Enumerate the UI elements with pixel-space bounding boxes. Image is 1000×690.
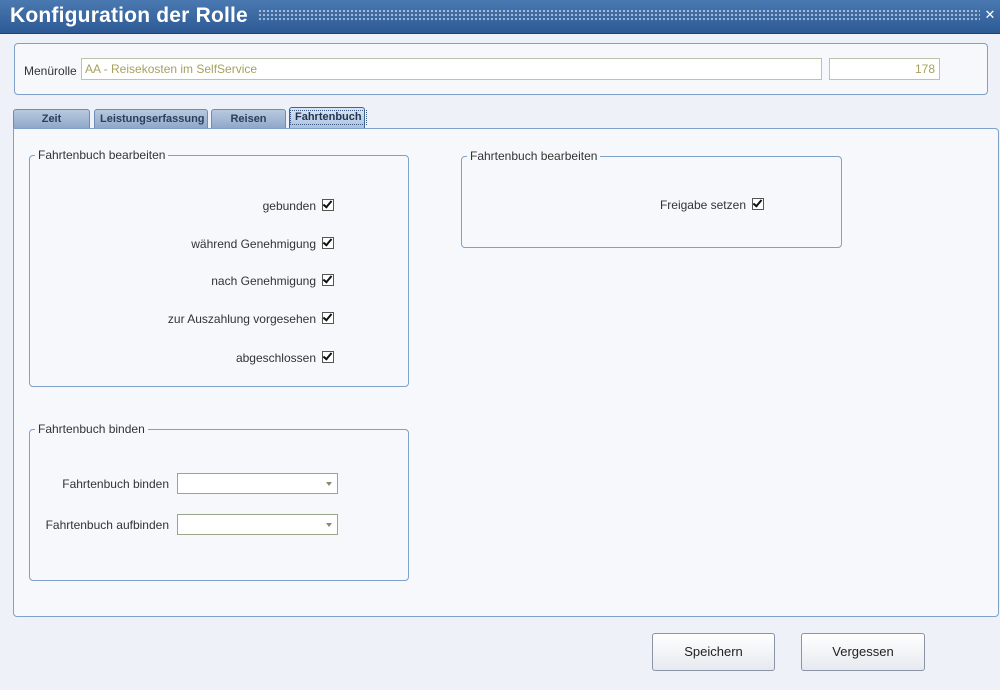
checkbox-waehrend-genehmigung[interactable]: während Genehmigung <box>191 237 334 251</box>
check-icon[interactable] <box>322 274 334 286</box>
check-icon[interactable] <box>322 351 334 363</box>
role-id-field[interactable] <box>829 58 940 80</box>
checkbox-abgeschlossen[interactable]: abgeschlossen <box>236 351 334 365</box>
edit-group: Fahrtenbuch bearbeiten gebunden während … <box>29 148 409 387</box>
checkbox-label: abgeschlossen <box>235 351 316 365</box>
chevron-down-icon[interactable] <box>326 482 332 486</box>
checkbox-label: während Genehmigung <box>191 237 316 251</box>
tab-label: Leistungserfassung <box>100 113 205 125</box>
title-bar-texture <box>258 9 980 22</box>
check-icon[interactable] <box>322 237 334 249</box>
bind-field-label: Fahrtenbuch binden <box>62 477 169 491</box>
tab-fahrtenbuch[interactable]: Fahrtenbuch <box>289 107 367 129</box>
cancel-button[interactable]: Vergessen <box>801 633 925 671</box>
bind-select[interactable] <box>177 473 338 494</box>
chevron-down-icon[interactable] <box>326 523 332 527</box>
unbind-select[interactable] <box>177 514 338 535</box>
edit-group-title: Fahrtenbuch bearbeiten <box>35 148 169 162</box>
checkbox-label: gebunden <box>262 199 316 213</box>
title-bar: Konfiguration der Rolle ✕ <box>0 0 1000 34</box>
tab-panel: Fahrtenbuch bearbeiten gebunden während … <box>13 128 999 617</box>
checkbox-zur-auszahlung[interactable]: zur Auszahlung vorgesehen <box>168 312 334 326</box>
tab-label: Fahrtenbuch <box>290 110 367 125</box>
tab-label: Reisen <box>230 113 267 125</box>
window-title: Konfiguration der Rolle <box>10 4 248 27</box>
close-icon[interactable]: ✕ <box>983 7 997 23</box>
tab-leistungserfassung[interactable]: Leistungserfassung <box>94 109 208 128</box>
checkbox-label: Freigabe setzen <box>659 198 746 212</box>
release-group-title: Fahrtenbuch bearbeiten <box>467 149 601 163</box>
unbind-field-label: Fahrtenbuch aufbinden <box>45 518 169 532</box>
tab-zeit[interactable]: Zeit <box>13 109 90 128</box>
bind-group-title: Fahrtenbuch binden <box>35 422 148 436</box>
check-icon[interactable] <box>322 199 334 211</box>
tab-label: Zeit <box>41 113 62 125</box>
release-group: Fahrtenbuch bearbeiten Freigabe setzen <box>461 149 842 248</box>
checkbox-gebunden[interactable]: gebunden <box>263 199 334 213</box>
check-icon[interactable] <box>322 312 334 324</box>
bind-group: Fahrtenbuch binden Fahrtenbuch binden Fa… <box>29 422 409 581</box>
checkbox-freigabe-setzen[interactable]: Freigabe setzen <box>660 198 764 212</box>
save-button[interactable]: Speichern <box>652 633 775 671</box>
check-icon[interactable] <box>752 198 764 210</box>
checkbox-label: zur Auszahlung vorgesehen <box>167 312 316 326</box>
tab-reisen[interactable]: Reisen <box>211 109 286 128</box>
checkbox-label: nach Genehmigung <box>211 274 316 288</box>
role-name-field[interactable] <box>81 58 822 80</box>
checkbox-nach-genehmigung[interactable]: nach Genehmigung <box>211 274 334 288</box>
role-label: Menürolle <box>24 64 77 78</box>
